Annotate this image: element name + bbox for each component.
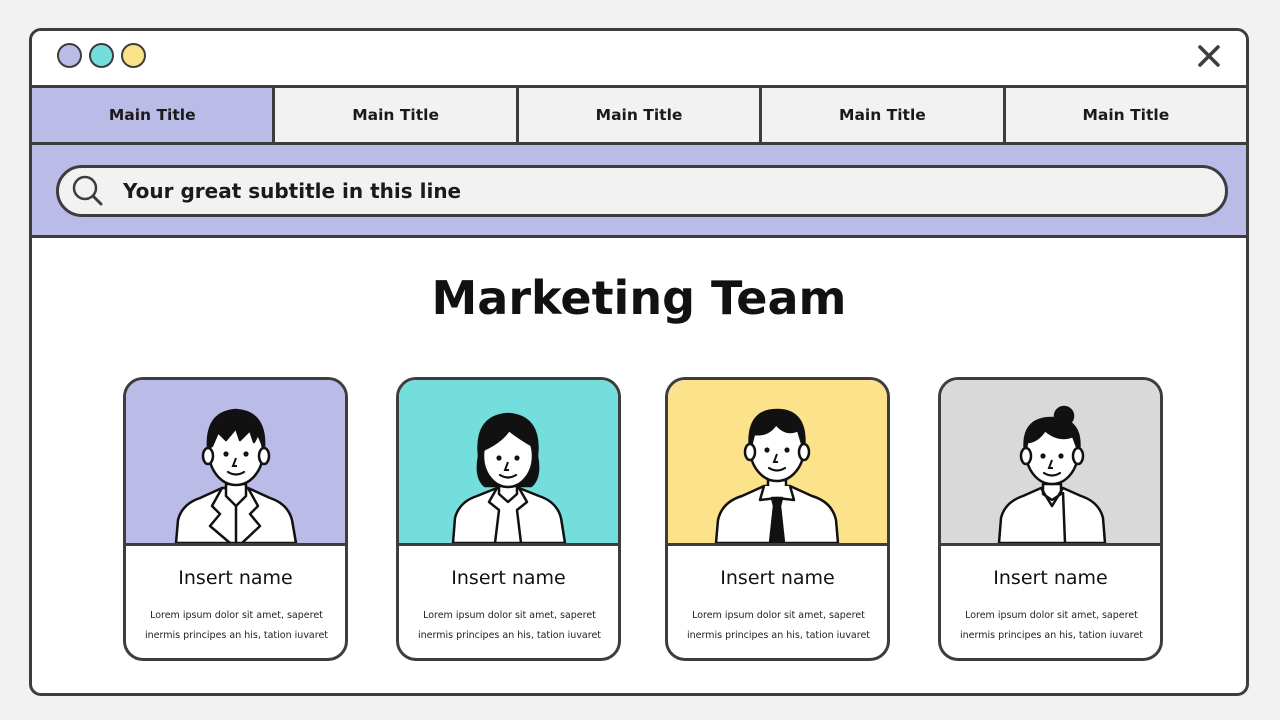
card-desc-line: Lorem ipsum dolor sit amet, saperet xyxy=(423,610,596,621)
card-name: Insert name xyxy=(993,567,1108,589)
tab-main-title-4[interactable]: Main Title xyxy=(762,88,1006,142)
card-name: Insert name xyxy=(178,567,293,589)
card-desc-line: Lorem ipsum dolor sit amet, saperet xyxy=(965,610,1138,621)
tab-main-title-1[interactable]: Main Title xyxy=(32,88,276,142)
card-photo xyxy=(668,380,887,546)
team-card[interactable]: Insert name Lorem ipsum dolor sit amet, … xyxy=(665,377,890,661)
tab-bar: Main Title Main Title Main Title Main Ti… xyxy=(32,88,1246,145)
browser-window: Main Title Main Title Main Title Main Ti… xyxy=(29,28,1249,696)
tab-main-title-3[interactable]: Main Title xyxy=(519,88,763,142)
team-card[interactable]: Insert name Lorem ipsum dolor sit amet, … xyxy=(938,377,1163,661)
card-photo xyxy=(941,380,1160,546)
woman-bun-avatar-icon xyxy=(997,405,1107,543)
card-desc-line: Lorem ipsum dolor sit amet, saperet xyxy=(150,610,323,621)
search-input[interactable]: Your great subtitle in this line xyxy=(56,165,1228,217)
card-desc-line: inermis principes an his, tation iuvaret xyxy=(959,630,1144,641)
team-card[interactable]: Insert name Lorem ipsum dolor sit amet, … xyxy=(123,377,348,661)
card-name: Insert name xyxy=(451,567,566,589)
card-desc-line: inermis principes an his, tation iuvaret xyxy=(417,630,602,641)
card-description: Lorem ipsum dolor sit amet, saperet iner… xyxy=(413,606,606,646)
title-bar xyxy=(32,31,1246,88)
window-dot-lavender[interactable] xyxy=(57,43,82,68)
search-text: Your great subtitle in this line xyxy=(123,179,462,203)
card-photo xyxy=(126,380,345,546)
search-icon[interactable] xyxy=(71,174,105,208)
card-description: Lorem ipsum dolor sit amet, saperet iner… xyxy=(955,606,1148,646)
window-dot-yellow[interactable] xyxy=(121,43,146,68)
card-description: Lorem ipsum dolor sit amet, saperet iner… xyxy=(140,606,333,646)
page-title: Marketing Team xyxy=(431,271,847,325)
card-desc-line: inermis principes an his, tation iuvaret xyxy=(686,630,871,641)
card-name: Insert name xyxy=(720,567,835,589)
man-tie-avatar-icon xyxy=(714,408,840,543)
tab-main-title-5[interactable]: Main Title xyxy=(1006,88,1246,142)
card-description: Lorem ipsum dolor sit amet, saperet iner… xyxy=(682,606,875,646)
card-photo xyxy=(399,380,618,546)
tab-main-title-2[interactable]: Main Title xyxy=(275,88,519,142)
man-avatar-icon xyxy=(174,408,298,543)
window-dot-teal[interactable] xyxy=(89,43,114,68)
search-bar-area: Your great subtitle in this line xyxy=(32,145,1246,238)
woman-avatar-icon xyxy=(451,412,567,543)
card-desc-line: Lorem ipsum dolor sit amet, saperet xyxy=(692,610,865,621)
close-icon[interactable] xyxy=(1196,43,1222,69)
team-card[interactable]: Insert name Lorem ipsum dolor sit amet, … xyxy=(396,377,621,661)
card-desc-line: inermis principes an his, tation iuvaret xyxy=(144,630,329,641)
